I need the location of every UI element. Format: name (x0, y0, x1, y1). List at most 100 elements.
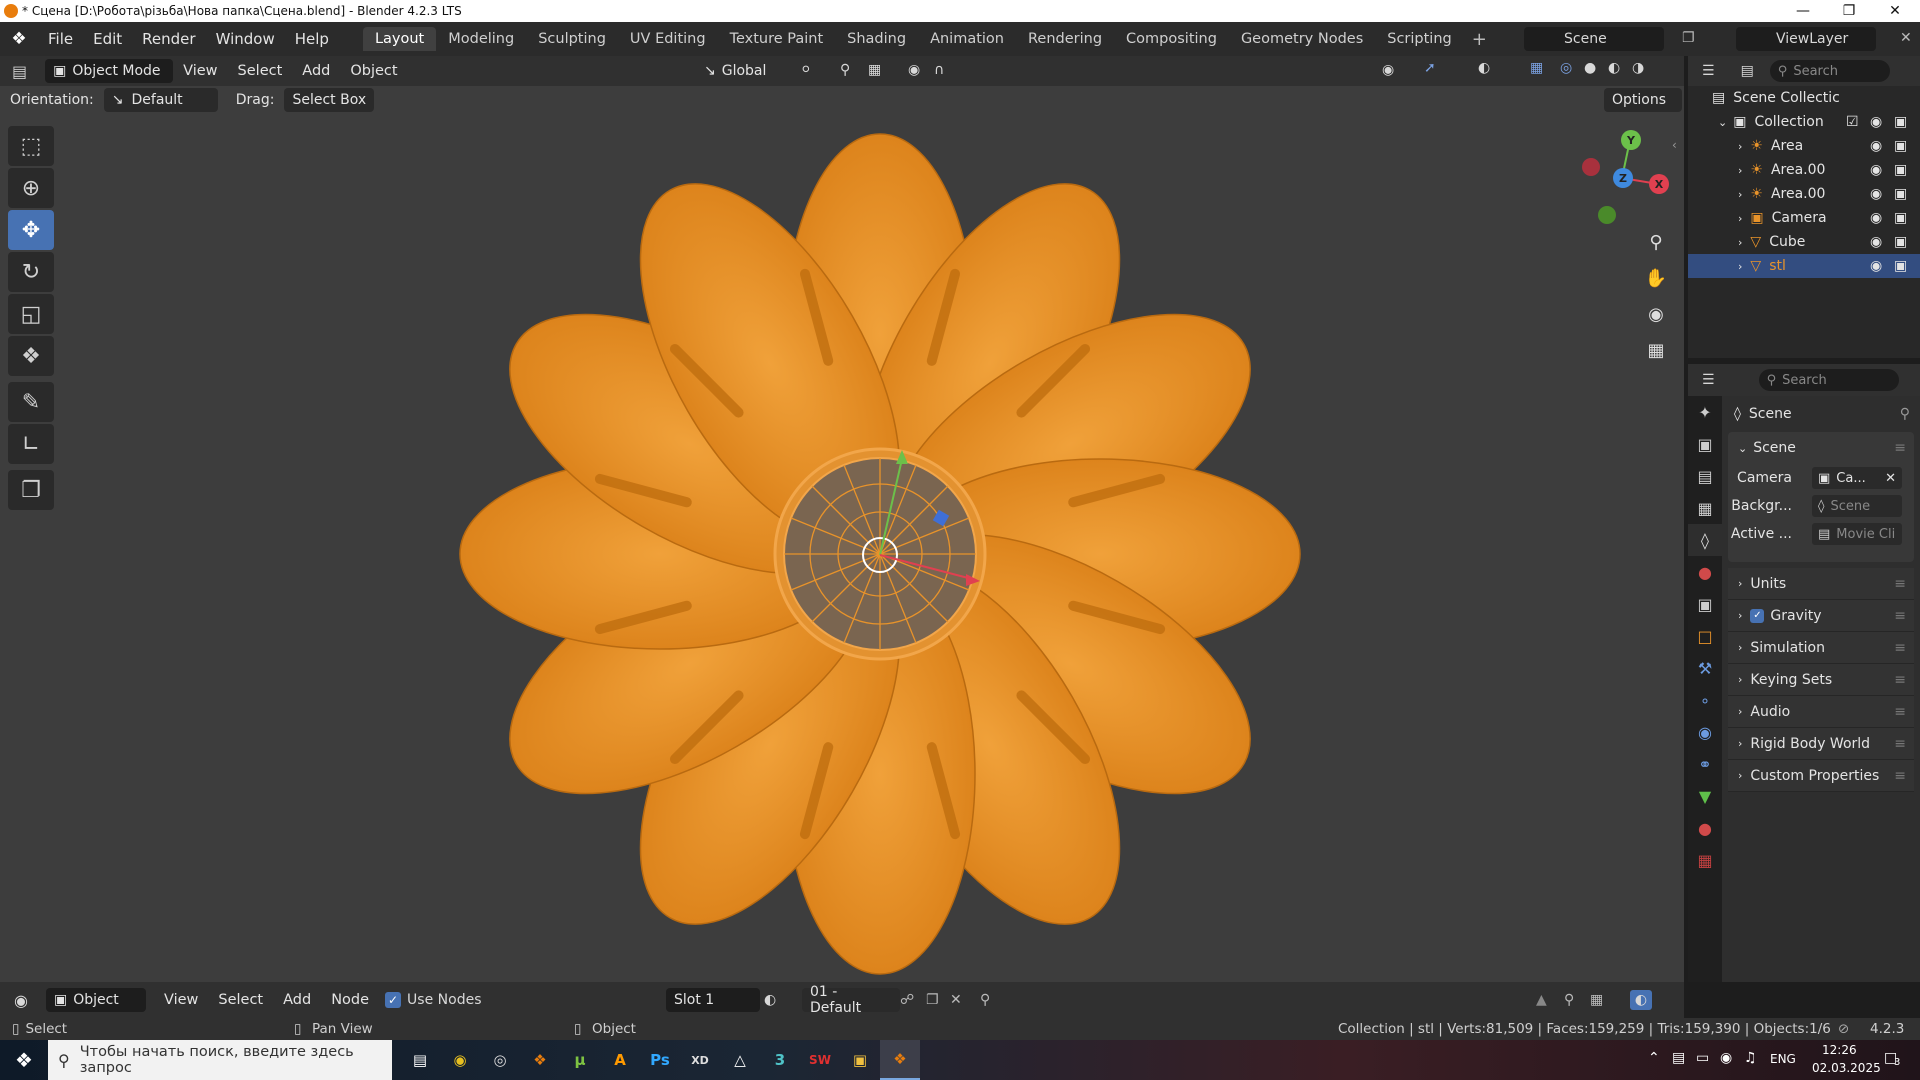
render-camera-icon[interactable]: ▣ (1894, 114, 1907, 130)
drag-handle-icon[interactable]: ≡ (1894, 440, 1906, 456)
minimize-button[interactable]: — (1780, 0, 1826, 22)
volume-icon[interactable]: ♫ (1744, 1050, 1757, 1066)
illustrator-icon[interactable]: A (600, 1040, 640, 1080)
panel-audio[interactable]: › Audio ≡ (1728, 696, 1914, 728)
select-menu[interactable]: Select (228, 63, 293, 79)
camera-view-icon[interactable]: ◉ (1640, 298, 1672, 330)
cursor-tool-icon[interactable]: ⊕ (8, 168, 54, 208)
chrome-icon[interactable]: ◉ (440, 1040, 480, 1080)
rotate-tool-icon[interactable]: ↻ (8, 252, 54, 292)
add-workspace-icon[interactable]: + (1464, 29, 1495, 50)
annotate-tool-icon[interactable]: ✎ (8, 382, 54, 422)
orientation-dropdown[interactable]: ↘ Default (103, 88, 218, 112)
xray-toggle-icon[interactable]: ▦ (1530, 60, 1543, 76)
visibility-icon[interactable]: ◉ (1382, 62, 1394, 78)
outliner-editor-icon[interactable]: ☰ (1702, 63, 1715, 79)
view-menu[interactable]: View (173, 63, 227, 79)
render-camera-icon[interactable]: ▣ (1894, 186, 1907, 202)
outliner-scene-collection[interactable]: ▤ Scene Collectic (1688, 86, 1920, 110)
render-camera-icon[interactable]: ▣ (1894, 138, 1907, 154)
language-indicator[interactable]: ENG (1770, 1052, 1796, 1066)
gizmo-z-axis[interactable]: Z (1613, 168, 1633, 188)
explorer-icon[interactable]: ▣ (840, 1040, 880, 1080)
physics-tab-icon[interactable]: ◉ (1688, 716, 1722, 748)
panel-units[interactable]: › Units ≡ (1728, 568, 1914, 600)
add-cube-tool-icon[interactable]: ❐ (8, 470, 54, 510)
move-tool-icon[interactable]: ✥ (8, 210, 54, 250)
blender-active-icon[interactable]: ❖ (880, 1040, 920, 1080)
wifi-icon[interactable]: ◉ (1720, 1050, 1732, 1066)
blender-icon[interactable]: ❖ (520, 1040, 560, 1080)
zoom-icon[interactable]: ⚲ (1640, 226, 1672, 258)
outliner-item[interactable]: › ▣ Camera ◉ ▣ (1688, 206, 1920, 230)
falloff-icon[interactable]: ∩ (934, 62, 944, 78)
texture-tab-icon[interactable]: ▦ (1688, 844, 1722, 876)
blender-menu-icon[interactable]: ❖ (0, 29, 38, 49)
drag-handle-icon[interactable]: ≡ (1894, 608, 1906, 624)
tab-texture-paint[interactable]: Texture Paint (718, 27, 836, 51)
drag-handle-icon[interactable]: ≡ (1894, 768, 1906, 784)
unlink-material-icon[interactable]: ✕ (950, 992, 962, 1008)
view-layer-tab-icon[interactable]: ▦ (1688, 492, 1722, 524)
tab-animation[interactable]: Animation (918, 27, 1016, 51)
properties-editor-icon[interactable]: ☰ (1702, 372, 1715, 388)
task-view-icon[interactable]: ▤ (400, 1040, 440, 1080)
render-camera-icon[interactable]: ▣ (1894, 258, 1907, 274)
solid-shading-icon[interactable]: ● (1584, 60, 1596, 76)
outliner-item[interactable]: › ☀ Area ◉ ▣ (1688, 134, 1920, 158)
gravity-checkbox[interactable]: ✓ (1750, 608, 1765, 623)
expand-arrow-icon[interactable]: › (1738, 212, 1742, 225)
object-menu[interactable]: Object (340, 63, 407, 79)
output-tab-icon[interactable]: ▤ (1688, 460, 1722, 492)
pin-icon[interactable]: ⚲ (980, 992, 990, 1008)
tab-modeling[interactable]: Modeling (436, 27, 526, 51)
material-browse-icon[interactable]: ◐ (764, 992, 776, 1008)
menu-file[interactable]: File (38, 30, 83, 48)
menu-render[interactable]: Render (132, 30, 205, 48)
outliner-item[interactable]: › ▽ stl ◉ ▣ (1688, 254, 1920, 278)
snap-mode-icon[interactable]: ▦ (1590, 992, 1603, 1008)
material-name-field[interactable]: 01 - Default (802, 984, 900, 1016)
inkscape-icon[interactable]: △ (720, 1040, 760, 1080)
expand-arrow-icon[interactable]: › (1738, 188, 1742, 201)
add-menu[interactable]: Add (292, 63, 340, 79)
render-tab-icon[interactable]: ▣ (1688, 428, 1722, 460)
windows-start-icon[interactable]: ❖ (0, 1040, 48, 1080)
xdpen-icon[interactable]: XD (680, 1040, 720, 1080)
solidworks-icon[interactable]: SW (800, 1040, 840, 1080)
gizmo-neg-x-axis[interactable] (1582, 158, 1600, 176)
outliner-item[interactable]: › ▽ Cube ◉ ▣ (1688, 230, 1920, 254)
scene-panel-header[interactable]: ⌄ Scene ≡ (1728, 432, 1914, 464)
new-scene-icon[interactable]: ❐ (1682, 30, 1695, 46)
clock-date[interactable]: 02.03.2025 (1812, 1061, 1881, 1075)
exclude-checkbox[interactable]: ☑ (1846, 114, 1859, 130)
outliner-search-input[interactable]: ⚲ Search (1769, 60, 1890, 82)
battery-icon[interactable]: ▭ (1696, 1050, 1709, 1066)
transform-orientation-dropdown[interactable]: ↘ Global (696, 59, 792, 83)
render-camera-icon[interactable]: ▣ (1894, 210, 1907, 226)
drag-handle-icon[interactable]: ≡ (1894, 640, 1906, 656)
eye-icon[interactable]: ◉ (1870, 258, 1882, 274)
drag-handle-icon[interactable]: ≡ (1894, 704, 1906, 720)
app3-icon[interactable]: 3 (760, 1040, 800, 1080)
use-nodes-checkbox[interactable]: ✓ (385, 992, 402, 1008)
gizmo-toggle-icon[interactable]: ➚ (1424, 60, 1436, 76)
tool-tab-icon[interactable]: ✦ (1688, 396, 1722, 428)
snap-icon[interactable]: ⚲ (840, 62, 850, 78)
overlay-toggle-icon[interactable]: ◐ (1630, 990, 1652, 1010)
tab-uv-editing[interactable]: UV Editing (618, 27, 718, 51)
panel-keying-sets[interactable]: › Keying Sets ≡ (1728, 664, 1914, 696)
tab-scripting[interactable]: Scripting (1375, 27, 1463, 51)
tray-expand-icon[interactable]: ⌃ (1648, 1050, 1660, 1066)
tab-sculpting[interactable]: Sculpting (526, 27, 618, 51)
expand-arrow-icon[interactable]: › (1738, 164, 1742, 177)
constraints-tab-icon[interactable]: ⚭ (1688, 748, 1722, 780)
panel-custom-properties[interactable]: › Custom Properties ≡ (1728, 760, 1914, 792)
pivot-icon[interactable]: ⚪ (800, 62, 812, 78)
camera-field[interactable]: ▣ Ca... ✕ (1812, 467, 1902, 489)
utorrent-icon[interactable]: μ (560, 1040, 600, 1080)
drag-handle-icon[interactable]: ≡ (1894, 576, 1906, 592)
eye-icon[interactable]: ◉ (1870, 114, 1882, 130)
panel-simulation[interactable]: › Simulation ≡ (1728, 632, 1914, 664)
clock-time[interactable]: 12:26 (1822, 1043, 1857, 1057)
